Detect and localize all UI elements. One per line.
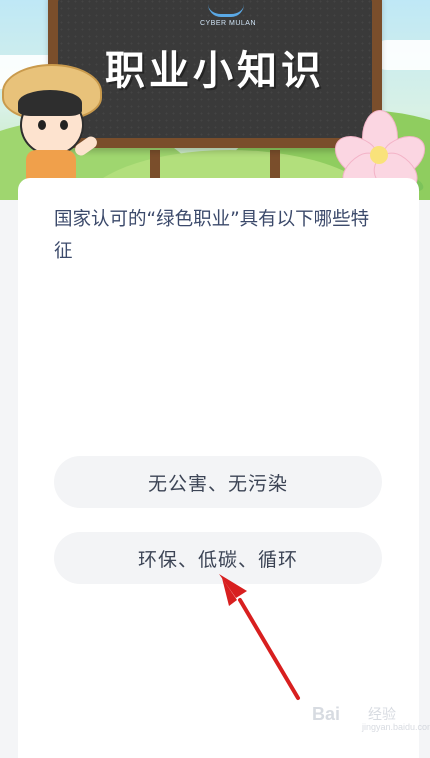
character-hair [18,90,82,116]
watermark-url: jingyan.baidu.com [362,722,430,732]
header-banner: CYBER MULAN 职业小知识 [0,0,430,200]
brand-name: CYBER MULAN [199,20,257,27]
watermark-logo: Bai [312,704,341,724]
question-text: 国家认可的“绿色职业”具有以下哪些特征 [54,209,370,262]
brand-logo-icon [208,4,244,17]
flower-center [370,146,388,164]
answer-option-2[interactable]: 环保、低碳、循环 [54,532,382,584]
answer-option-1[interactable]: 无公害、无污染 [54,456,382,508]
watermark-text: 经验 [368,707,396,723]
character-eye [60,120,68,130]
quiz-card: 国家认可的“绿色职业”具有以下哪些特征 无公害、无污染 环保、低碳、循环 [18,178,419,758]
watermark: Bai 经验 jingyan.baidu.com [312,702,430,738]
character-eye [38,120,46,130]
